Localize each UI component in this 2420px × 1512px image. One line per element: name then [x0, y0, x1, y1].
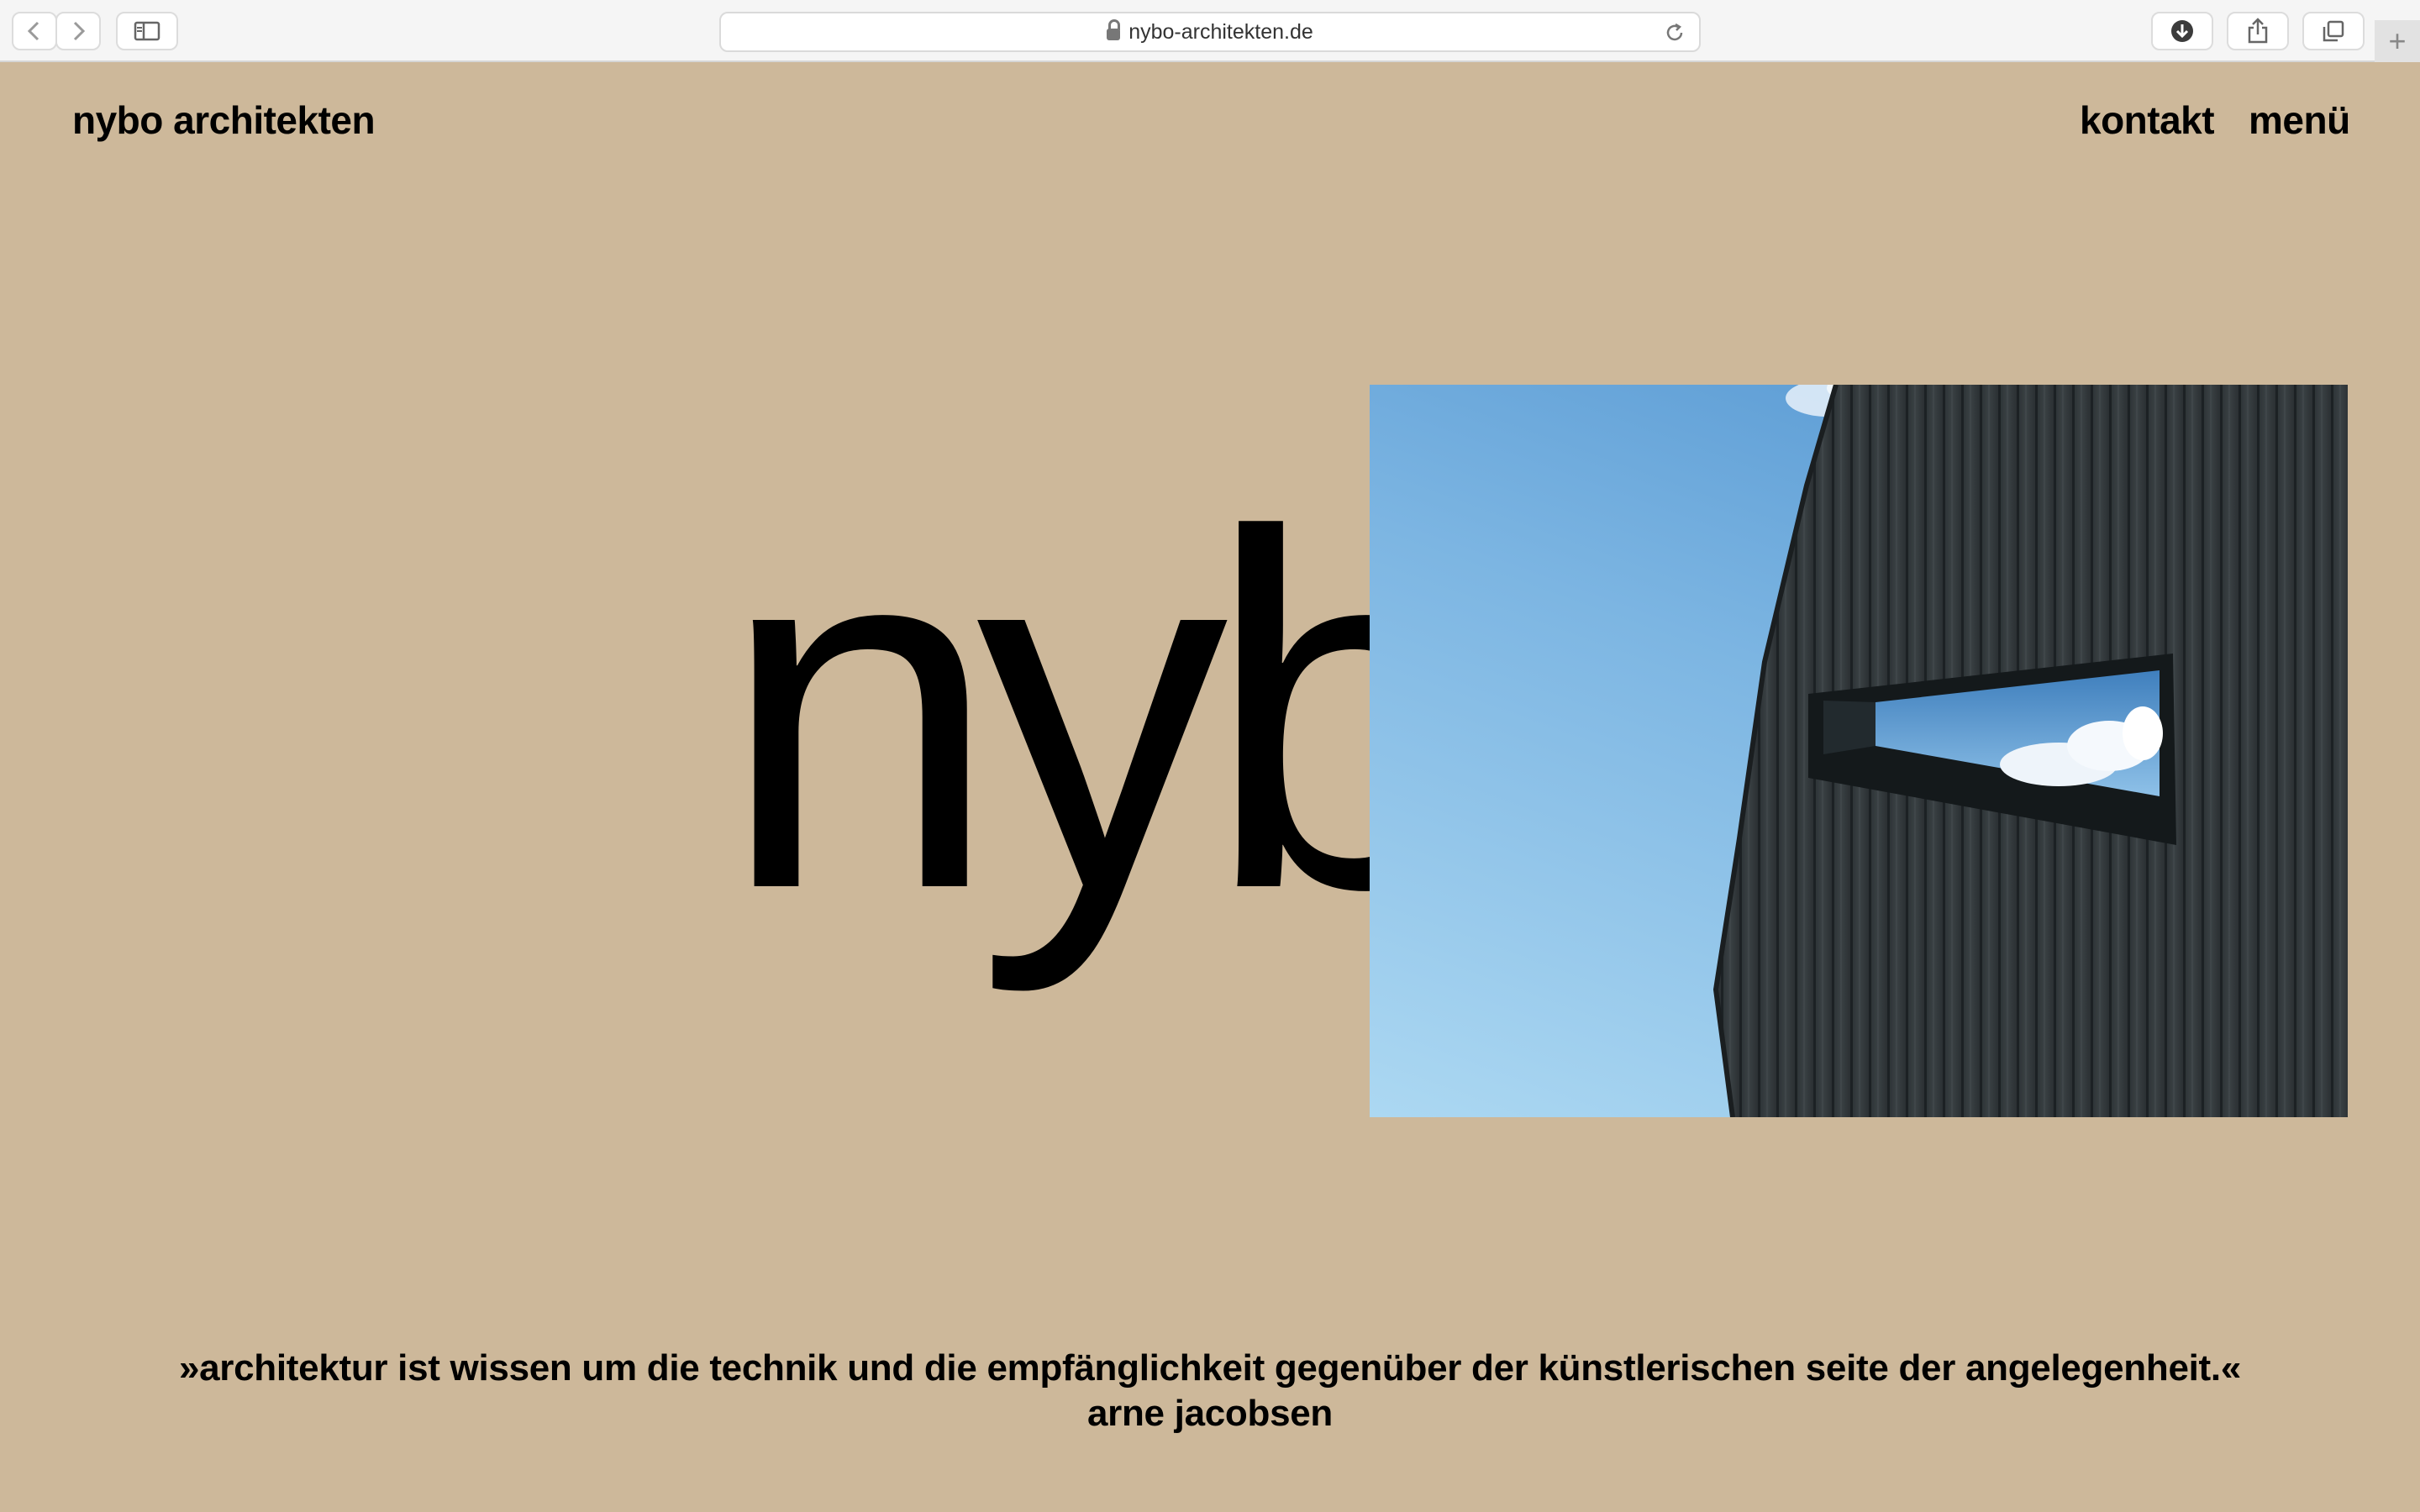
sidebar-button[interactable]	[116, 12, 178, 50]
back-icon	[27, 21, 39, 41]
site-logo[interactable]: nybo architekten	[72, 97, 376, 143]
tabs-button[interactable]	[2302, 12, 2365, 50]
address-bar[interactable]: nybo-architekten.de	[719, 12, 1701, 52]
plus-icon: +	[2388, 24, 2407, 58]
hero-word-container: nybo	[719, 460, 1375, 998]
tabs-icon	[2323, 20, 2344, 42]
share-button[interactable]	[2227, 12, 2289, 50]
forward-icon	[73, 21, 86, 41]
nav-menu[interactable]: menü	[2249, 97, 2350, 143]
quote-text: »architektur ist wissen um die technik u…	[178, 1347, 2242, 1389]
reload-icon	[1666, 23, 1683, 41]
new-tab-button[interactable]: +	[2375, 20, 2420, 62]
hero-photo	[1370, 385, 2348, 1117]
downloads-button[interactable]	[2151, 12, 2213, 50]
download-icon	[2171, 20, 2193, 42]
quote-author: arne jacobsen	[1086, 1393, 1333, 1434]
nav-kontakt[interactable]: kontakt	[2080, 97, 2215, 143]
back-button[interactable]	[12, 12, 57, 50]
building-facade-image	[1712, 385, 2348, 1117]
url-text: nybo-architekten.de	[1128, 19, 1313, 44]
browser-toolbar: nybo-architekten.de +	[0, 0, 2420, 62]
hero-word: nybo	[719, 460, 1375, 994]
forward-button[interactable]	[55, 12, 101, 50]
sidebar-icon	[134, 21, 160, 41]
reload-button[interactable]	[1664, 22, 1686, 50]
lock-icon	[1107, 19, 1121, 40]
share-icon	[2248, 18, 2268, 44]
